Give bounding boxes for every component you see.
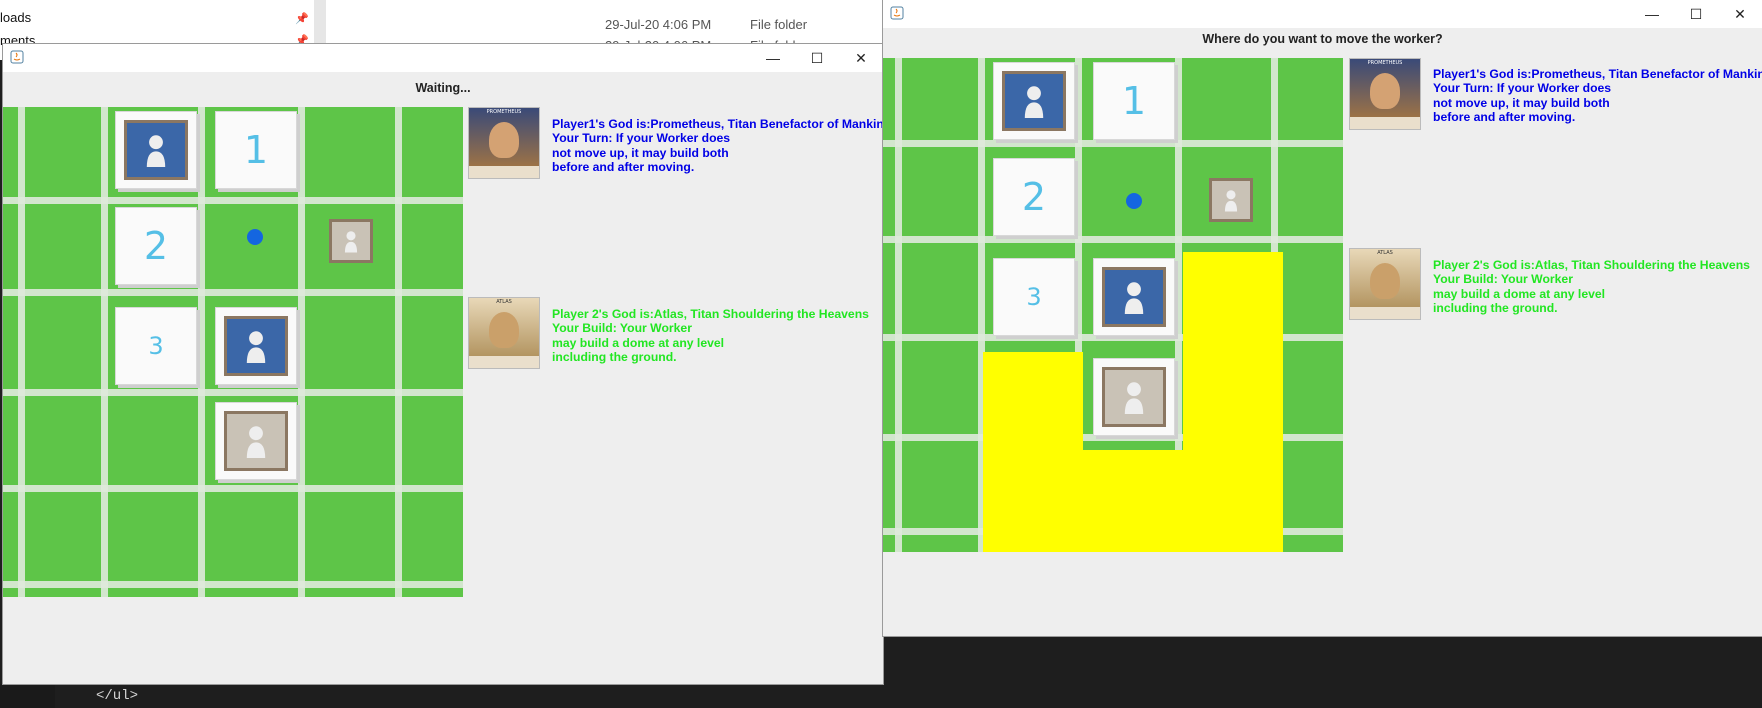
level-label: 1 <box>1121 79 1147 123</box>
file-row-type: File folder <box>750 17 808 32</box>
player2-power-line: including the ground. <box>1433 301 1558 316</box>
valid-move-highlight[interactable] <box>1083 450 1183 552</box>
player1-power-line: Your Turn: If your Worker does <box>552 131 731 146</box>
worker-piece[interactable] <box>1209 178 1253 222</box>
java-icon <box>10 50 24 64</box>
close-button[interactable]: ✕ <box>839 44 883 72</box>
sidebar-item-downloads[interactable]: loads <box>0 10 31 25</box>
player2-god-line: Player 2's God is:Atlas, Titan Shoulderi… <box>552 307 869 321</box>
code-line: </ul> <box>96 688 139 704</box>
maximize-button[interactable]: ☐ <box>795 44 839 72</box>
player1-god-line: Player1's God is:Prometheus, Titan Benef… <box>1433 67 1762 81</box>
god-card-title: PROMETHEUS <box>486 109 522 115</box>
player1-power-line: before and after moving. <box>1433 110 1576 125</box>
game-board[interactable]: 1 2 3 <box>883 58 1343 552</box>
player1-god-info: Player1's God is:Prometheus, Titan Benef… <box>1433 67 1762 125</box>
status-message: Where do you want to move the worker? <box>1202 32 1443 46</box>
player2-god-info: Player 2's God is:Atlas, Titan Shoulderi… <box>552 307 869 365</box>
worker-blue-icon <box>124 120 188 180</box>
building-level-3[interactable]: 3 <box>115 307 197 385</box>
valid-move-highlight[interactable] <box>1183 252 1283 552</box>
file-row-date: 29-Jul-20 4:06 PM <box>605 17 712 32</box>
building-level-2[interactable]: 2 <box>115 207 197 285</box>
building-level-2[interactable]: 2 <box>993 158 1075 236</box>
grid-line <box>3 485 463 492</box>
status-message: Waiting... <box>415 81 471 95</box>
level-label: 2 <box>1021 175 1047 219</box>
prometheus-god-card: PROMETHEUS <box>1349 58 1421 130</box>
maximize-button[interactable]: ☐ <box>1674 0 1718 28</box>
building-level-1[interactable]: 1 <box>1093 62 1175 140</box>
worker-grey-icon <box>329 219 373 263</box>
worker-blue-icon <box>224 316 288 376</box>
game-window-right: — ☐ ✕ Where do you want to move the work… <box>883 0 1762 636</box>
player2-power-line: may build a dome at any level <box>552 335 725 350</box>
atlas-god-card: ATLAS <box>1349 248 1421 320</box>
level-label: 3 <box>148 332 164 360</box>
player2-power-line: may build a dome at any level <box>1433 286 1606 301</box>
worker-piece[interactable] <box>329 219 373 263</box>
player2-god-line: Player 2's God is:Atlas, Titan Shoulderi… <box>1433 258 1750 272</box>
player1-power-line: not move up, it may build both <box>1433 95 1610 110</box>
dome-marker[interactable] <box>1126 193 1142 209</box>
worker-piece[interactable] <box>1093 358 1175 436</box>
grid-line <box>895 58 902 552</box>
player2-power-line: Your Build: Your Worker <box>552 321 692 336</box>
worker-grey-icon <box>1209 178 1253 222</box>
player2-god-info: Player 2's God is:Atlas, Titan Shoulderi… <box>1433 258 1750 316</box>
worker-blue-icon <box>1102 267 1166 327</box>
grid-line <box>3 389 463 396</box>
game-board[interactable]: 1 2 3 <box>3 107 463 597</box>
worker-grey-icon <box>1102 367 1166 427</box>
grid-line <box>18 107 25 597</box>
window-titlebar[interactable]: — ☐ ✕ <box>883 0 1762 28</box>
worker-piece[interactable] <box>115 111 197 189</box>
valid-move-highlight[interactable] <box>983 352 1083 552</box>
editor-gutter <box>0 684 55 708</box>
building-level-3[interactable]: 3 <box>993 258 1075 336</box>
prometheus-god-card: PROMETHEUS <box>468 107 540 179</box>
player1-power-line: before and after moving. <box>552 160 695 175</box>
grid-line <box>3 289 463 296</box>
player1-power-line: not move up, it may build both <box>552 145 729 160</box>
worker-piece[interactable] <box>1093 258 1175 336</box>
level-label: 3 <box>1026 283 1042 311</box>
java-icon <box>890 6 904 20</box>
worker-piece[interactable] <box>215 307 297 385</box>
god-card-title: PROMETHEUS <box>1367 60 1403 66</box>
grid-line <box>3 581 463 588</box>
game-window-left: — ☐ ✕ Waiting... 1 2 3 PROMETHEUS Player… <box>3 44 891 684</box>
level-label: 1 <box>243 128 269 172</box>
player1-god-line: Player1's God is:Prometheus, Titan Benef… <box>552 117 892 131</box>
atlas-god-card: ATLAS <box>468 297 540 369</box>
code-editor-background: </ul> <box>0 684 1762 708</box>
building-level-1[interactable]: 1 <box>215 111 297 189</box>
level-label: 2 <box>143 224 169 268</box>
grid-line <box>3 197 463 204</box>
grid-line <box>298 107 305 597</box>
god-card-title: ATLAS <box>496 299 512 305</box>
worker-piece[interactable] <box>993 62 1075 140</box>
worker-piece[interactable] <box>215 402 297 480</box>
player2-power-line: including the ground. <box>552 350 677 365</box>
grid-line <box>198 107 205 597</box>
grid-line <box>101 107 108 597</box>
minimize-button[interactable]: — <box>751 44 795 72</box>
window-titlebar[interactable]: — ☐ ✕ <box>3 44 883 72</box>
worker-blue-icon <box>1002 71 1066 131</box>
god-card-title: ATLAS <box>1377 250 1393 256</box>
minimize-button[interactable]: — <box>1630 0 1674 28</box>
grid-line <box>395 107 402 597</box>
close-button[interactable]: ✕ <box>1718 0 1762 28</box>
player1-power-line: Your Turn: If your Worker does <box>1433 81 1612 96</box>
player2-power-line: Your Build: Your Worker <box>1433 272 1573 287</box>
player1-god-info: Player1's God is:Prometheus, Titan Benef… <box>552 117 891 175</box>
pin-icon: 📌 <box>295 13 309 25</box>
dome-marker[interactable] <box>247 229 263 245</box>
worker-grey-icon <box>224 411 288 471</box>
